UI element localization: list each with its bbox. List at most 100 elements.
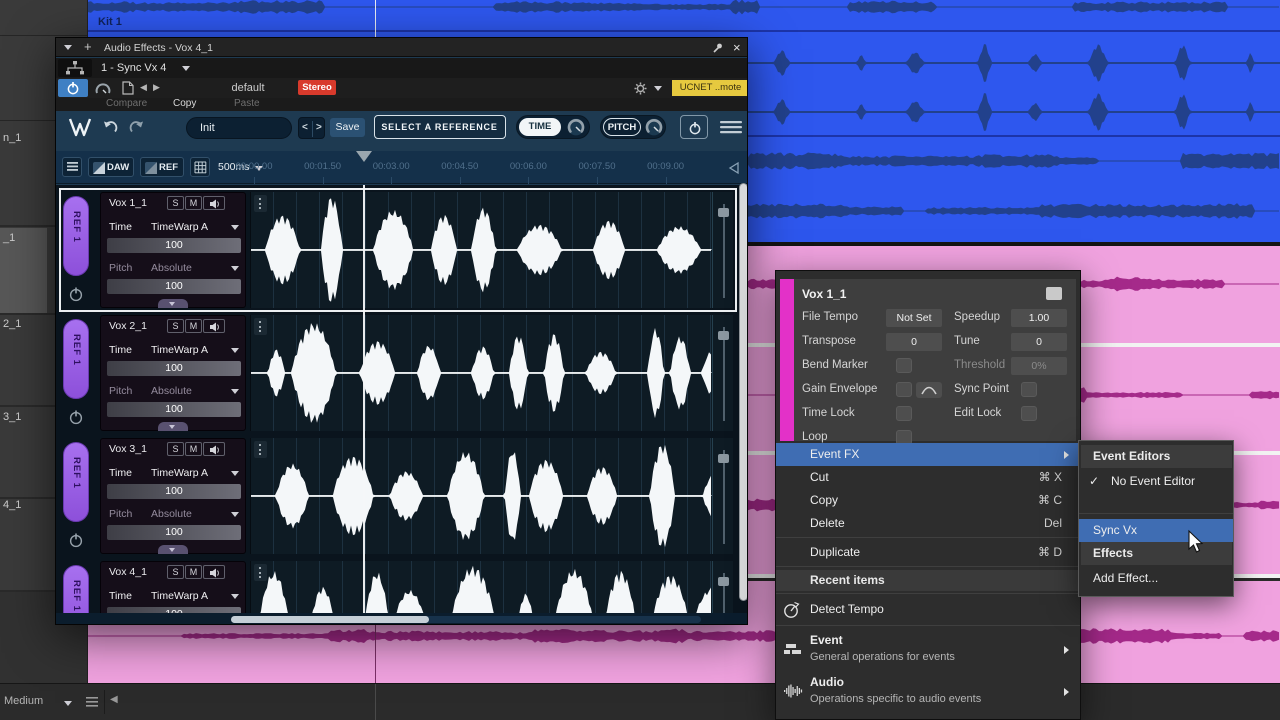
save-button[interactable]: Save: [330, 118, 365, 137]
submenu-item-sync-vx[interactable]: Sync Vx: [1079, 519, 1234, 542]
pitch-amount-slider[interactable]: 100: [107, 525, 241, 540]
info-value-box[interactable]: 0: [1011, 333, 1067, 351]
next-setup-icon[interactable]: >: [316, 122, 322, 133]
close-icon[interactable]: ×: [733, 40, 741, 55]
clip-gain-fader-track[interactable]: [723, 204, 725, 298]
time-mode-select[interactable]: TimeWarp A: [151, 344, 208, 356]
time-mode-select[interactable]: TimeWarp A: [151, 221, 208, 233]
monitor-button[interactable]: [203, 319, 225, 333]
pitch-toggle-pill[interactable]: PITCH: [603, 118, 641, 136]
monitor-button[interactable]: [203, 442, 225, 456]
zoom-preset-select[interactable]: Medium: [4, 695, 43, 707]
prev-setup-icon[interactable]: <: [302, 122, 308, 133]
window-collapse-icon[interactable]: [64, 45, 72, 50]
solo-button[interactable]: S: [167, 565, 184, 579]
scrollbar-thumb[interactable]: [231, 616, 429, 623]
undo-icon[interactable]: [102, 120, 119, 135]
monitor-button[interactable]: [203, 565, 225, 579]
info-value-box[interactable]: Not Set: [886, 309, 942, 327]
clip-gain-fader-thumb[interactable]: [718, 208, 729, 217]
vertical-scrollbar-thumb[interactable]: [739, 183, 748, 601]
clip-gain-fader-thumb[interactable]: [718, 454, 729, 463]
paste-settings-button[interactable]: Paste: [234, 98, 260, 109]
solo-button[interactable]: S: [167, 196, 184, 210]
track-list-item[interactable]: _1: [0, 232, 47, 248]
info-checkbox[interactable]: [896, 406, 912, 421]
compare-button[interactable]: Compare: [106, 98, 147, 109]
track-list-item[interactable]: 3_1: [0, 411, 47, 427]
monitor-button[interactable]: [203, 196, 225, 210]
track-power-icon[interactable]: [68, 409, 84, 425]
menu-item-duplicate[interactable]: Duplicate⌘ D: [776, 541, 1080, 564]
chevron-down-icon[interactable]: [231, 225, 239, 230]
setup-prev-next[interactable]: <>: [298, 117, 325, 139]
pitch-mode-select[interactable]: Absolute: [151, 508, 192, 520]
gain-curve-button[interactable]: [916, 382, 942, 398]
marker-flag-icon[interactable]: [728, 161, 740, 175]
track-list-item[interactable]: 4_1: [0, 499, 47, 515]
preset-next-icon[interactable]: ▶: [153, 82, 160, 93]
ref-tag-badge[interactable]: REF 1: [63, 442, 89, 522]
menu-item-cut[interactable]: Cut⌘ X: [776, 466, 1080, 489]
preset-doc-icon[interactable]: [122, 81, 134, 95]
time-amount-slider[interactable]: 100: [107, 484, 241, 499]
select-reference-button[interactable]: SELECT A REFERENCE: [374, 115, 506, 139]
info-value-box[interactable]: 1.00: [1011, 309, 1067, 327]
info-value-box[interactable]: 0: [886, 333, 942, 351]
mute-button[interactable]: M: [185, 196, 202, 210]
collapse-tab-icon[interactable]: [158, 299, 188, 308]
clip-gain-fader-track[interactable]: [723, 450, 725, 544]
list-view-button[interactable]: [62, 157, 82, 177]
gear-icon[interactable]: [634, 82, 647, 95]
info-checkbox[interactable]: [1021, 406, 1037, 421]
pitch-mode-select[interactable]: Absolute: [151, 385, 192, 397]
mute-button[interactable]: M: [185, 442, 202, 456]
ref-toggle[interactable]: REF: [140, 157, 184, 177]
plugin-power-button[interactable]: [680, 115, 708, 139]
pitch-toggle[interactable]: PITCH: [600, 115, 666, 139]
chevron-down-icon[interactable]: [231, 348, 239, 353]
submenu-item-no-event-editor[interactable]: ✓No Event Editor: [1081, 470, 1232, 493]
redo-icon[interactable]: [128, 120, 145, 135]
setup-name-input[interactable]: Init: [186, 117, 292, 139]
playhead-handle-icon[interactable]: [356, 151, 372, 162]
remote-badge[interactable]: UCNET ..mote: [672, 80, 748, 96]
bypass-button[interactable]: [58, 79, 88, 97]
clip-gain-fader-thumb[interactable]: [718, 331, 729, 340]
menu-item-audio[interactable]: AudioOperations specific to audio events: [776, 671, 1080, 713]
mute-button[interactable]: M: [185, 565, 202, 579]
collapse-tab-icon[interactable]: [158, 422, 188, 431]
preset-prev-icon[interactable]: ◀: [140, 82, 147, 93]
time-mode-select[interactable]: TimeWarp A: [151, 467, 208, 479]
solo-button[interactable]: S: [167, 319, 184, 333]
pin-icon[interactable]: [711, 42, 723, 54]
ref-tag-badge[interactable]: REF 1: [63, 196, 89, 276]
menu-item-event[interactable]: EventGeneral operations for events: [776, 629, 1080, 671]
info-checkbox[interactable]: [1021, 382, 1037, 397]
kebab-menu-icon[interactable]: [254, 195, 267, 212]
event-select-checkbox[interactable]: [1046, 287, 1062, 300]
track-power-icon[interactable]: [68, 286, 84, 302]
kebab-menu-icon[interactable]: [254, 441, 267, 458]
submenu-item-add-effect[interactable]: Add Effect...: [1081, 567, 1232, 590]
routing-button[interactable]: [58, 59, 92, 77]
time-amount-slider[interactable]: 100: [107, 361, 241, 376]
daw-toggle[interactable]: DAW: [88, 157, 134, 177]
track-power-icon[interactable]: [68, 532, 84, 548]
info-checkbox[interactable]: [896, 382, 912, 397]
chevron-down-icon[interactable]: [231, 471, 239, 476]
ref-tag-badge[interactable]: REF 1: [63, 565, 89, 613]
time-amount-slider[interactable]: 100: [107, 238, 241, 253]
hamburger-menu-icon[interactable]: [720, 121, 742, 134]
time-knob-icon[interactable]: [567, 118, 585, 136]
menu-item-copy[interactable]: Copy⌘ C: [776, 489, 1080, 512]
mute-button[interactable]: M: [185, 319, 202, 333]
chevron-down-icon[interactable]: [654, 86, 662, 91]
menu-item-event-fx[interactable]: Event FX: [776, 443, 1081, 466]
info-value-box[interactable]: 0%: [1011, 357, 1067, 375]
kebab-menu-icon[interactable]: [254, 318, 267, 335]
knob-compare-icon[interactable]: [94, 81, 112, 95]
ref-tag-badge[interactable]: REF 1: [63, 319, 89, 399]
info-checkbox[interactable]: [896, 358, 912, 373]
scroll-left-icon[interactable]: ◀: [110, 694, 118, 705]
